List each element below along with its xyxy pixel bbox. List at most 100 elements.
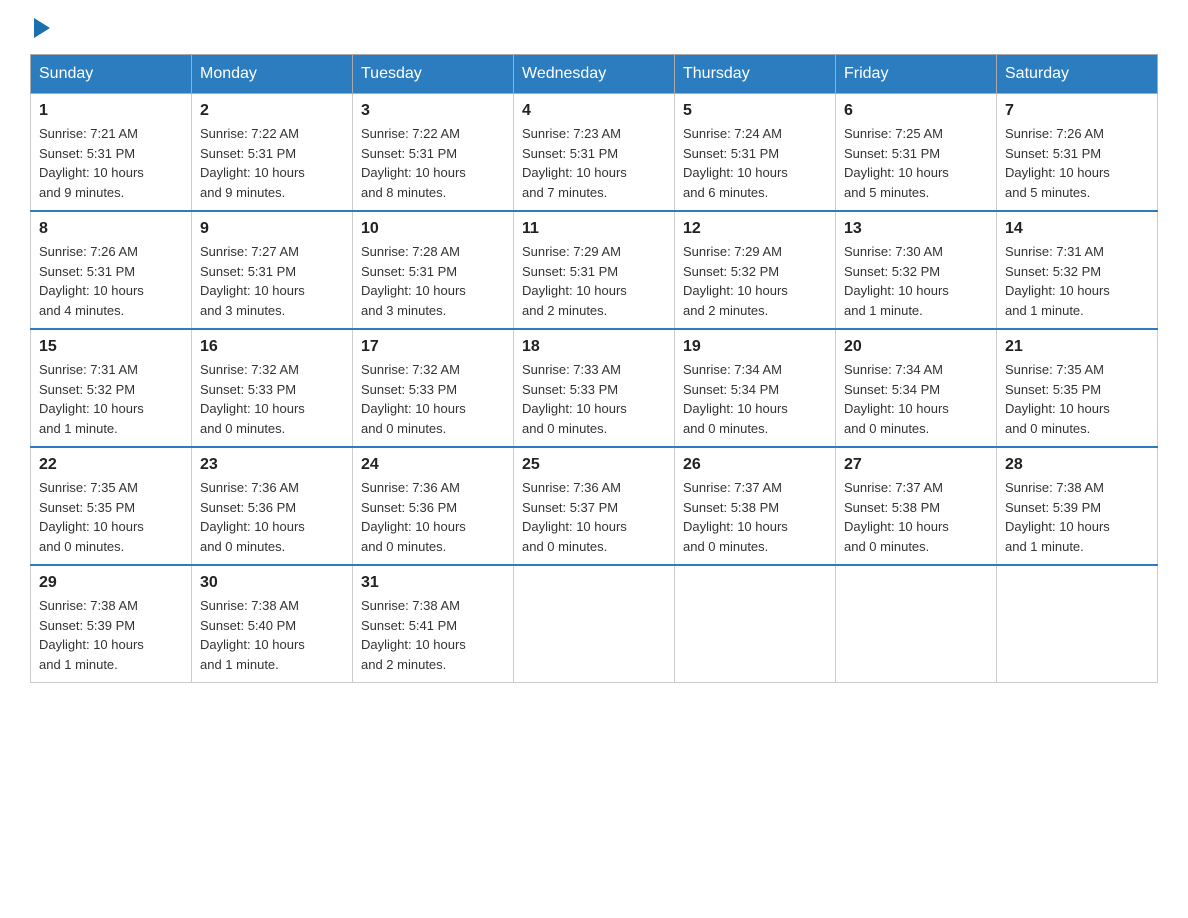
calendar-cell [836,565,997,683]
calendar-cell: 12 Sunrise: 7:29 AMSunset: 5:32 PMDaylig… [675,211,836,329]
day-number: 3 [361,102,505,120]
calendar-cell [514,565,675,683]
day-number: 20 [844,338,988,356]
day-info: Sunrise: 7:28 AMSunset: 5:31 PMDaylight:… [361,242,505,320]
day-info: Sunrise: 7:34 AMSunset: 5:34 PMDaylight:… [844,360,988,438]
day-number: 19 [683,338,827,356]
day-number: 21 [1005,338,1149,356]
calendar-table: SundayMondayTuesdayWednesdayThursdayFrid… [30,54,1158,683]
calendar-cell: 8 Sunrise: 7:26 AMSunset: 5:31 PMDayligh… [31,211,192,329]
day-info: Sunrise: 7:38 AMSunset: 5:39 PMDaylight:… [1005,478,1149,556]
calendar-cell: 25 Sunrise: 7:36 AMSunset: 5:37 PMDaylig… [514,447,675,565]
day-info: Sunrise: 7:29 AMSunset: 5:32 PMDaylight:… [683,242,827,320]
day-number: 29 [39,574,183,592]
day-info: Sunrise: 7:23 AMSunset: 5:31 PMDaylight:… [522,124,666,202]
day-number: 25 [522,456,666,474]
day-info: Sunrise: 7:31 AMSunset: 5:32 PMDaylight:… [39,360,183,438]
day-info: Sunrise: 7:38 AMSunset: 5:39 PMDaylight:… [39,596,183,674]
calendar-header-saturday: Saturday [997,55,1158,94]
day-info: Sunrise: 7:29 AMSunset: 5:31 PMDaylight:… [522,242,666,320]
day-info: Sunrise: 7:38 AMSunset: 5:40 PMDaylight:… [200,596,344,674]
calendar-cell: 31 Sunrise: 7:38 AMSunset: 5:41 PMDaylig… [353,565,514,683]
calendar-header-tuesday: Tuesday [353,55,514,94]
calendar-week-row: 8 Sunrise: 7:26 AMSunset: 5:31 PMDayligh… [31,211,1158,329]
calendar-cell: 22 Sunrise: 7:35 AMSunset: 5:35 PMDaylig… [31,447,192,565]
day-number: 24 [361,456,505,474]
calendar-cell: 27 Sunrise: 7:37 AMSunset: 5:38 PMDaylig… [836,447,997,565]
day-info: Sunrise: 7:32 AMSunset: 5:33 PMDaylight:… [200,360,344,438]
calendar-cell [675,565,836,683]
day-info: Sunrise: 7:35 AMSunset: 5:35 PMDaylight:… [1005,360,1149,438]
calendar-header-friday: Friday [836,55,997,94]
calendar-cell: 7 Sunrise: 7:26 AMSunset: 5:31 PMDayligh… [997,94,1158,212]
day-info: Sunrise: 7:30 AMSunset: 5:32 PMDaylight:… [844,242,988,320]
day-info: Sunrise: 7:37 AMSunset: 5:38 PMDaylight:… [683,478,827,556]
calendar-cell: 6 Sunrise: 7:25 AMSunset: 5:31 PMDayligh… [836,94,997,212]
day-info: Sunrise: 7:38 AMSunset: 5:41 PMDaylight:… [361,596,505,674]
day-info: Sunrise: 7:24 AMSunset: 5:31 PMDaylight:… [683,124,827,202]
day-number: 31 [361,574,505,592]
calendar-cell: 3 Sunrise: 7:22 AMSunset: 5:31 PMDayligh… [353,94,514,212]
day-number: 14 [1005,220,1149,238]
page-header [30,20,1158,34]
calendar-cell: 20 Sunrise: 7:34 AMSunset: 5:34 PMDaylig… [836,329,997,447]
calendar-week-row: 15 Sunrise: 7:31 AMSunset: 5:32 PMDaylig… [31,329,1158,447]
calendar-cell: 17 Sunrise: 7:32 AMSunset: 5:33 PMDaylig… [353,329,514,447]
day-number: 11 [522,220,666,238]
day-number: 30 [200,574,344,592]
calendar-cell: 29 Sunrise: 7:38 AMSunset: 5:39 PMDaylig… [31,565,192,683]
calendar-cell: 21 Sunrise: 7:35 AMSunset: 5:35 PMDaylig… [997,329,1158,447]
day-info: Sunrise: 7:36 AMSunset: 5:36 PMDaylight:… [200,478,344,556]
calendar-week-row: 22 Sunrise: 7:35 AMSunset: 5:35 PMDaylig… [31,447,1158,565]
day-number: 8 [39,220,183,238]
day-info: Sunrise: 7:36 AMSunset: 5:37 PMDaylight:… [522,478,666,556]
day-number: 16 [200,338,344,356]
calendar-header-thursday: Thursday [675,55,836,94]
calendar-cell: 13 Sunrise: 7:30 AMSunset: 5:32 PMDaylig… [836,211,997,329]
day-info: Sunrise: 7:25 AMSunset: 5:31 PMDaylight:… [844,124,988,202]
day-info: Sunrise: 7:31 AMSunset: 5:32 PMDaylight:… [1005,242,1149,320]
calendar-cell: 16 Sunrise: 7:32 AMSunset: 5:33 PMDaylig… [192,329,353,447]
calendar-cell: 5 Sunrise: 7:24 AMSunset: 5:31 PMDayligh… [675,94,836,212]
calendar-cell: 24 Sunrise: 7:36 AMSunset: 5:36 PMDaylig… [353,447,514,565]
day-number: 23 [200,456,344,474]
day-number: 27 [844,456,988,474]
calendar-cell: 19 Sunrise: 7:34 AMSunset: 5:34 PMDaylig… [675,329,836,447]
calendar-cell [997,565,1158,683]
calendar-header-sunday: Sunday [31,55,192,94]
day-info: Sunrise: 7:34 AMSunset: 5:34 PMDaylight:… [683,360,827,438]
day-number: 26 [683,456,827,474]
logo-arrow-icon [34,18,50,38]
calendar-header-row: SundayMondayTuesdayWednesdayThursdayFrid… [31,55,1158,94]
day-number: 18 [522,338,666,356]
day-info: Sunrise: 7:37 AMSunset: 5:38 PMDaylight:… [844,478,988,556]
day-info: Sunrise: 7:26 AMSunset: 5:31 PMDaylight:… [1005,124,1149,202]
day-number: 5 [683,102,827,120]
day-number: 22 [39,456,183,474]
calendar-cell: 10 Sunrise: 7:28 AMSunset: 5:31 PMDaylig… [353,211,514,329]
day-info: Sunrise: 7:32 AMSunset: 5:33 PMDaylight:… [361,360,505,438]
calendar-cell: 18 Sunrise: 7:33 AMSunset: 5:33 PMDaylig… [514,329,675,447]
day-info: Sunrise: 7:22 AMSunset: 5:31 PMDaylight:… [361,124,505,202]
day-number: 28 [1005,456,1149,474]
day-number: 1 [39,102,183,120]
day-number: 2 [200,102,344,120]
day-info: Sunrise: 7:27 AMSunset: 5:31 PMDaylight:… [200,242,344,320]
day-info: Sunrise: 7:35 AMSunset: 5:35 PMDaylight:… [39,478,183,556]
day-number: 15 [39,338,183,356]
calendar-cell: 4 Sunrise: 7:23 AMSunset: 5:31 PMDayligh… [514,94,675,212]
calendar-header-monday: Monday [192,55,353,94]
calendar-cell: 30 Sunrise: 7:38 AMSunset: 5:40 PMDaylig… [192,565,353,683]
day-info: Sunrise: 7:33 AMSunset: 5:33 PMDaylight:… [522,360,666,438]
day-number: 4 [522,102,666,120]
calendar-cell: 26 Sunrise: 7:37 AMSunset: 5:38 PMDaylig… [675,447,836,565]
day-number: 9 [200,220,344,238]
calendar-week-row: 29 Sunrise: 7:38 AMSunset: 5:39 PMDaylig… [31,565,1158,683]
day-number: 6 [844,102,988,120]
day-number: 10 [361,220,505,238]
day-info: Sunrise: 7:26 AMSunset: 5:31 PMDaylight:… [39,242,183,320]
calendar-cell: 11 Sunrise: 7:29 AMSunset: 5:31 PMDaylig… [514,211,675,329]
calendar-cell: 9 Sunrise: 7:27 AMSunset: 5:31 PMDayligh… [192,211,353,329]
calendar-cell: 28 Sunrise: 7:38 AMSunset: 5:39 PMDaylig… [997,447,1158,565]
day-info: Sunrise: 7:22 AMSunset: 5:31 PMDaylight:… [200,124,344,202]
